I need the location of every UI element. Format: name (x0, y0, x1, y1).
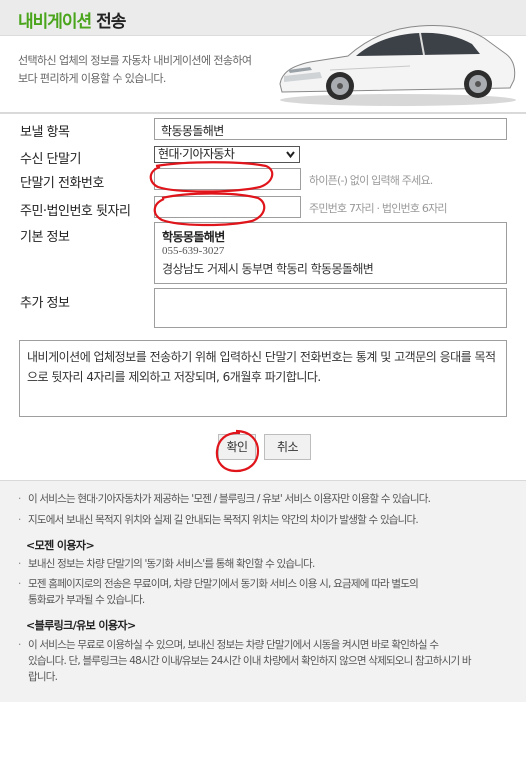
intro-line-1: 선택하신 업체의 정보를 자동차 내비게이션에 전송하여 (18, 54, 252, 67)
mozen-item-2-line-2: 통화료가 부과될 수 있습니다. (28, 594, 145, 606)
intro-text: 선택하신 업체의 정보를 자동차 내비게이션에 전송하여 보다 편리하게 이용할… (18, 52, 280, 88)
bluelink-heading: <블루링크/유보 이용자> (26, 619, 136, 632)
form-top-divider (0, 112, 526, 114)
bluelink-item-1: · 이 서비스는 무료로 이용하실 수 있으며, 보내신 정보는 차량 단말기에… (18, 639, 472, 683)
annotation-circle-idnum (153, 192, 266, 227)
extra-info-label: 추가 정보 (20, 296, 70, 311)
send-item-label: 보낼 항목 (20, 125, 70, 140)
bluelink-item-1-line-3: 랍니다. (28, 671, 58, 683)
idnum-hint: 주민번호 7자리 · 법인번호 6자리 (309, 202, 448, 215)
mozen-heading: <모젠 이용자> (26, 539, 95, 552)
basic-info-address: 경상남도 거제시 동부면 학동리 학동몽돌해변 (162, 262, 374, 276)
info-item-1: · 이 서비스는 현대·기아자동차가 제공하는 '모젠 / 블루링크 / 유보' … (18, 493, 431, 505)
mozen-item-2: · 모젠 홈페이지로의 전송은 무료이며, 차량 단말기에서 동기화 서비스 이… (18, 578, 419, 606)
bluelink-item-1-line-2: 있습니다. 단, 블루링크는 48시간 이내/유보는 24시간 이내 차량에서 … (28, 655, 472, 667)
receiver-selected-value: 현대·기아자동차 (158, 147, 235, 161)
intro-line-2: 보다 편리하게 이용할 수 있습니다. (18, 72, 166, 85)
basic-info-name: 학동몽돌해변 (162, 230, 225, 244)
privacy-notice-text: 내비게이션에 업체정보를 전송하기 위해 입력하신 단말기 전화번호는 통계 및… (27, 350, 496, 384)
idnum-label: 주민·법인번호 뒷자리 (20, 204, 131, 219)
phone-label: 단말기 전화번호 (20, 176, 104, 191)
info-item-1-text: 이 서비스는 현대·기아자동차가 제공하는 '모젠 / 블루링크 / 유보' 서… (28, 493, 431, 505)
info-item-2: · 지도에서 보내신 목적지 위치와 실제 길 안내되는 목적지 위치는 약간의 … (18, 514, 419, 526)
basic-info-tel: 055-639-3027 (162, 245, 225, 257)
basic-info-label: 기본 정보 (20, 230, 70, 245)
mozen-item-1: · 보내신 정보는 차량 단말기의 '동기화 서비스'를 통해 확인할 수 있습니… (18, 558, 315, 570)
send-item-value: 학동몽돌해변 (161, 124, 224, 138)
page-title: 내비게이션 전송 (18, 7, 126, 32)
mozen-item-1-text: 보내신 정보는 차량 단말기의 '동기화 서비스'를 통해 확인할 수 있습니다… (28, 558, 315, 570)
receiver-label: 수신 단말기 (20, 152, 81, 167)
annotation-circle-phone (149, 161, 274, 193)
title-navigation: 내비게이션 (18, 12, 92, 32)
extra-info-textarea[interactable] (154, 288, 507, 328)
info-item-2-text: 지도에서 보내신 목적지 위치와 실제 길 안내되는 목적지 위치는 약간의 차… (28, 514, 419, 526)
car-image (279, 25, 516, 106)
cancel-button[interactable]: 취소 (264, 434, 311, 460)
chevron-down-icon (286, 151, 295, 159)
annotation-circle-confirm (215, 429, 260, 473)
bluelink-item-1-line-1: 이 서비스는 무료로 이용하실 수 있으며, 보내신 정보는 차량 단말기에서 … (28, 639, 439, 651)
mozen-item-2-line-1: 모젠 홈페이지로의 전송은 무료이며, 차량 단말기에서 동기화 서비스 이용 … (28, 578, 419, 590)
title-send: 전송 (96, 12, 126, 32)
phone-hint: 하이픈(-) 없이 입력해 주세요. (309, 174, 433, 187)
